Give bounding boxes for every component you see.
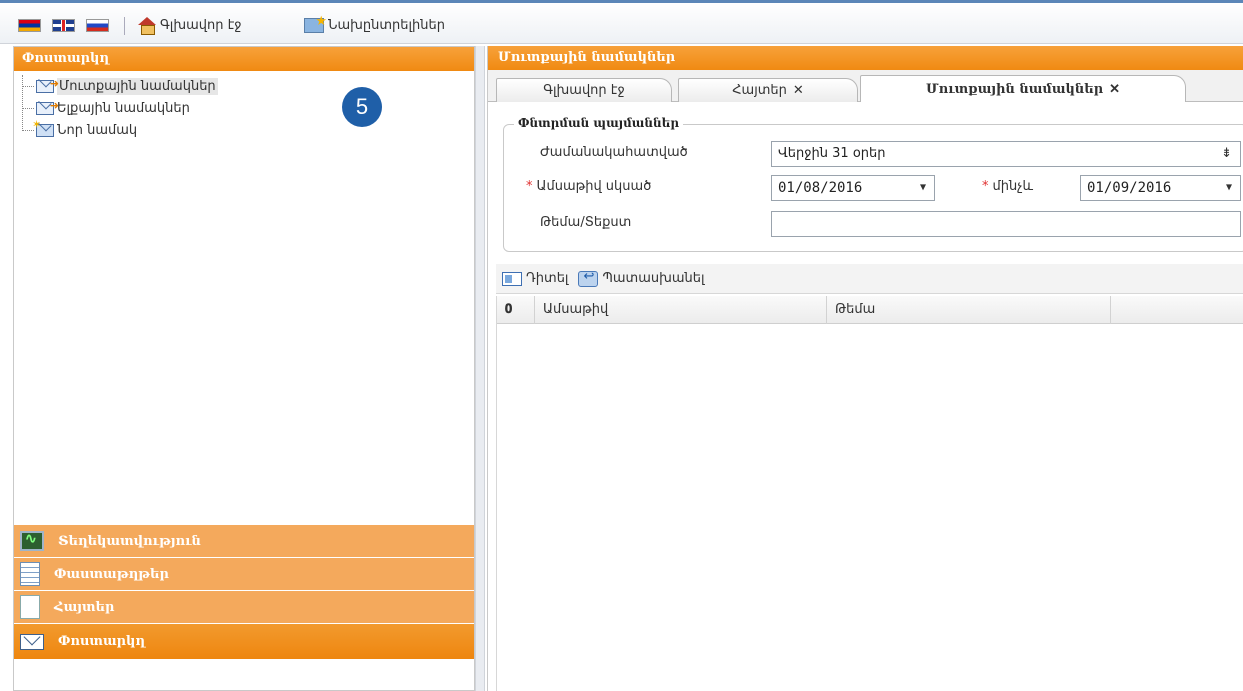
top-toolbar: Գլխավոր էջ Նախընտրելիներ	[0, 0, 1243, 44]
tab-label: Հայտեր	[732, 83, 787, 98]
accordion-label: Հայտեր	[54, 599, 115, 615]
outbox-envelope-icon	[36, 99, 59, 115]
tree-item-label: Ելքային նամակներ	[57, 100, 190, 116]
tree-item-label: Նոր նամակ	[57, 122, 138, 138]
tree-item-inbox[interactable]: Մուտքային նամակներ	[18, 75, 474, 97]
inbox-envelope-icon	[36, 77, 59, 93]
content-panel-title: Մուտքային նամակներ	[488, 46, 1243, 70]
date-from-label-wrap: * Ամսաթիվ սկսած	[526, 179, 651, 194]
new-letter-icon	[32, 118, 54, 137]
house-icon	[138, 17, 156, 35]
messages-grid: 𝟎 Ամսաթիվ Թեմա	[496, 296, 1243, 691]
accordion-documents[interactable]: Փաստաթղթեր	[14, 557, 474, 590]
paperclip-icon: 𝟎	[505, 302, 513, 317]
chevron-down-icon[interactable]: ▼	[920, 176, 926, 200]
english-flag-icon[interactable]	[52, 19, 75, 32]
view-button[interactable]: Դիտել	[502, 271, 568, 286]
date-from-label: Ամսաթիվ սկսած	[536, 179, 652, 194]
subject-column-header[interactable]: Թեմա	[827, 296, 1111, 324]
grid-toolbar: Դիտել Պատասխանել	[496, 264, 1243, 294]
accordion-information[interactable]: Տեղեկատվություն	[14, 524, 474, 557]
close-icon[interactable]: ✕	[793, 83, 804, 98]
close-icon[interactable]: ✕	[1109, 82, 1120, 97]
tab-requests[interactable]: Հայտեր ✕	[678, 78, 858, 102]
app-window: Գլխավոր էջ Նախընտրելիներ Փոստարկղ Մուտքա…	[0, 0, 1243, 691]
favorites-folder-icon	[304, 14, 327, 33]
accordion-label: Փաստաթղթեր	[54, 566, 169, 582]
preferences-label: Նախընտրելիներ	[328, 17, 445, 33]
required-mark: *	[526, 179, 533, 194]
russian-flag-icon[interactable]	[86, 19, 109, 32]
preferences-button[interactable]: Նախընտրելիներ	[304, 14, 445, 36]
accordion-requests[interactable]: Հայտեր	[14, 590, 474, 623]
tab-inbox[interactable]: Մուտքային նամակներ ✕	[860, 75, 1186, 102]
date-from-value: 01/08/2016	[778, 180, 863, 196]
date-to-label: մինչև	[992, 179, 1034, 194]
toolbar-divider	[124, 17, 125, 35]
date-to-value: 01/09/2016	[1087, 180, 1172, 196]
chevron-down-icon[interactable]: ▼	[1226, 176, 1232, 200]
required-mark: *	[982, 179, 989, 194]
tab-label: Գլխավոր էջ	[543, 83, 625, 98]
tab-label: Մուտքային նամակներ	[925, 81, 1104, 97]
reply-label: Պատասխանել	[602, 271, 705, 286]
reply-button[interactable]: Պատասխանել	[578, 269, 705, 287]
period-label: Ժամանակահատված	[540, 145, 688, 160]
extra-column-header[interactable]	[1111, 296, 1243, 324]
search-conditions-group: Փնտրման պայմաններ Ժամանակահատված Վերջին …	[503, 116, 1243, 252]
date-column-header[interactable]: Ամսաթիվ	[535, 296, 827, 324]
accordion-label: Փոստարկղ	[58, 634, 146, 649]
home-button[interactable]: Գլխավոր էջ	[138, 14, 242, 36]
period-select[interactable]: Վերջին 31 օրեր ⇟	[771, 141, 1241, 167]
tree-item-new-letter[interactable]: Նոր նամակ	[18, 118, 474, 141]
step-badge: 5	[342, 87, 382, 127]
home-label: Գլխավոր էջ	[160, 17, 242, 33]
tree-item-outbox[interactable]: Ելքային նամակներ	[18, 97, 474, 119]
attachment-column-header[interactable]: 𝟎	[497, 296, 535, 324]
reply-icon	[578, 269, 599, 287]
content-panel: Մուտքային նամակներ Գլխավոր էջ Հայտեր ✕ Մ…	[487, 46, 1243, 691]
panel-splitter[interactable]	[475, 46, 485, 691]
mailbox-tree: Մուտքային նամակներ Ելքային նամակներ Նոր …	[14, 71, 474, 141]
tree-item-label: Մուտքային նամակներ	[57, 77, 218, 95]
double-chevron-down-icon: ⇟	[1221, 146, 1232, 161]
document-list-icon	[20, 562, 40, 586]
armenian-flag-icon[interactable]	[18, 19, 41, 32]
mailbox-panel-title: Փոստարկղ	[14, 47, 474, 71]
search-conditions-legend: Փնտրման պայմաններ	[514, 116, 684, 130]
mailbox-panel: Փոստարկղ Մուտքային նամակներ Ելքային նամա…	[13, 46, 475, 691]
tab-strip: Գլխավոր էջ Հայտեր ✕ Մուտքային նամակներ ✕	[488, 70, 1243, 102]
tab-home[interactable]: Գլխավոր էջ	[496, 78, 672, 102]
document-icon	[20, 595, 40, 619]
accordion-label: Տեղեկատվություն	[58, 533, 201, 549]
period-value: Վերջին 31 օրեր	[778, 146, 886, 161]
date-to-label-wrap: * մինչև	[982, 179, 1033, 194]
view-label: Դիտել	[526, 271, 569, 286]
view-window-icon	[502, 271, 522, 286]
subject-label: Թեմա/Տեքստ	[540, 215, 632, 230]
grid-header: 𝟎 Ամսաթիվ Թեմա	[497, 296, 1243, 324]
subject-input[interactable]	[771, 211, 1241, 237]
date-to-field[interactable]: 01/09/2016 ▼	[1080, 175, 1241, 201]
accordion-mailbox[interactable]: Փոստարկղ	[14, 623, 474, 659]
date-from-field[interactable]: 01/08/2016 ▼	[771, 175, 935, 201]
monitor-icon	[20, 531, 44, 551]
mail-icon	[20, 633, 44, 650]
